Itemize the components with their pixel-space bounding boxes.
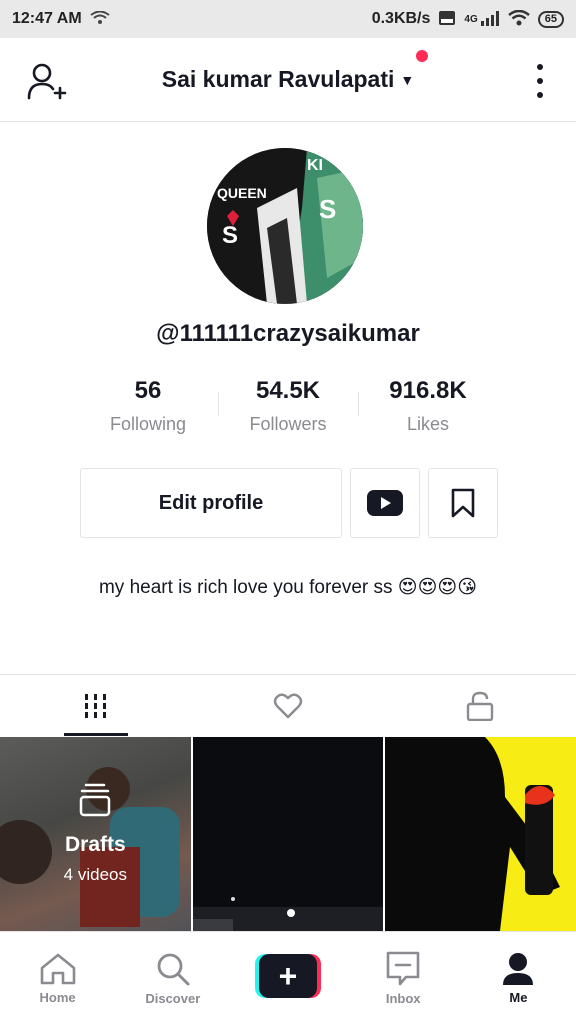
youtube-icon <box>367 490 403 516</box>
svg-text:S: S <box>222 222 238 249</box>
signal-icon <box>480 10 500 29</box>
account-switcher[interactable]: Sai kumar Ravulapati ▼ <box>161 50 429 93</box>
page-title: Sai kumar Ravulapati <box>161 66 395 92</box>
caret-down-icon: ▼ <box>400 71 415 88</box>
stat-followers[interactable]: 54.5K Followers <box>218 376 358 440</box>
status-bar: 12:47 AM 0.3KB/s 4G 65 <box>0 0 576 38</box>
tab-videos[interactable] <box>0 675 192 736</box>
notification-dot <box>416 50 429 62</box>
stat-likes[interactable]: 916.8K Likes <box>358 376 498 440</box>
nav-me[interactable]: Me <box>461 932 576 1024</box>
drafts-count: 4 videos <box>63 865 127 884</box>
heart-icon <box>273 693 303 718</box>
more-dot-icon <box>537 64 543 70</box>
profile-handle: @111111crazysaikumar <box>156 320 420 347</box>
bottom-nav: Home Discover + Inbox Me <box>0 931 576 1024</box>
volte-icon <box>438 10 456 29</box>
svg-text:KI: KI <box>307 157 323 174</box>
tab-private[interactable] <box>384 675 576 736</box>
avatar[interactable]: QUEEN S S KI <box>207 148 363 304</box>
drafts-tile[interactable]: Drafts 4 videos <box>0 737 191 931</box>
network-type: 4G <box>464 13 478 25</box>
bookmark-icon <box>451 488 475 518</box>
video-grid: Drafts 4 videos <box>0 737 576 931</box>
edit-profile-button[interactable]: Edit profile <box>80 468 342 538</box>
stat-label: Followers <box>249 414 327 434</box>
nav-label: Discover <box>145 990 201 1006</box>
stat-value: 916.8K <box>389 377 467 404</box>
search-icon <box>157 953 190 985</box>
tab-liked[interactable] <box>192 675 384 736</box>
more-options-button[interactable] <box>530 64 550 98</box>
stat-label: Likes <box>406 414 450 434</box>
profile-header: Sai kumar Ravulapati ▼ <box>0 38 576 122</box>
nav-inbox[interactable]: Inbox <box>346 932 461 1024</box>
stat-value: 54.5K <box>255 377 321 404</box>
svg-text:S: S <box>319 194 336 224</box>
home-icon <box>40 953 75 984</box>
favorites-button[interactable] <box>428 468 498 538</box>
more-dot-icon <box>537 92 543 98</box>
stat-following[interactable]: 56 Following <box>78 376 218 440</box>
network-speed: 0.3KB/s <box>371 10 431 27</box>
video-thumbnail <box>385 737 561 931</box>
create-button[interactable]: + <box>255 954 321 998</box>
nav-discover[interactable]: Discover <box>115 932 230 1024</box>
profile-bio: my heart is rich love you forever ss 😍😍😍… <box>98 577 478 598</box>
person-icon <box>503 952 534 985</box>
video-thumbnail <box>192 897 384 931</box>
drafts-overlay: Drafts 4 videos <box>0 737 191 931</box>
drafts-box-icon <box>80 783 111 817</box>
wifi-strength-icon <box>507 9 530 29</box>
nav-label: Inbox <box>385 990 421 1006</box>
inbox-icon <box>386 951 420 985</box>
profile-stats: 56 Following 54.5K Followers 916.8K Like… <box>78 376 498 440</box>
stat-value: 56 <box>134 377 162 404</box>
more-dot-icon <box>537 78 543 84</box>
status-time: 12:47 AM <box>12 10 82 27</box>
youtube-button[interactable] <box>350 468 420 538</box>
stat-label: Following <box>109 414 187 434</box>
avatar-image: QUEEN S S KI <box>207 148 363 304</box>
wifi-icon <box>90 10 110 28</box>
plus-icon: + <box>259 954 317 998</box>
nav-create[interactable]: + <box>230 932 345 1024</box>
profile-actions: Edit profile <box>80 468 498 538</box>
battery-indicator: 65 <box>537 10 564 28</box>
lock-icon <box>466 691 494 721</box>
svg-text:QUEEN: QUEEN <box>217 185 267 201</box>
nav-label: Me <box>509 989 528 1005</box>
drafts-title: Drafts <box>64 833 126 856</box>
add-friend-button[interactable] <box>26 62 70 102</box>
content-tabs <box>0 674 576 736</box>
grid-icon <box>85 693 106 718</box>
nav-home[interactable]: Home <box>0 932 115 1024</box>
add-user-icon <box>27 63 67 100</box>
video-tile[interactable] <box>385 737 576 931</box>
nav-label: Home <box>39 989 76 1005</box>
video-tile[interactable] <box>192 737 384 931</box>
